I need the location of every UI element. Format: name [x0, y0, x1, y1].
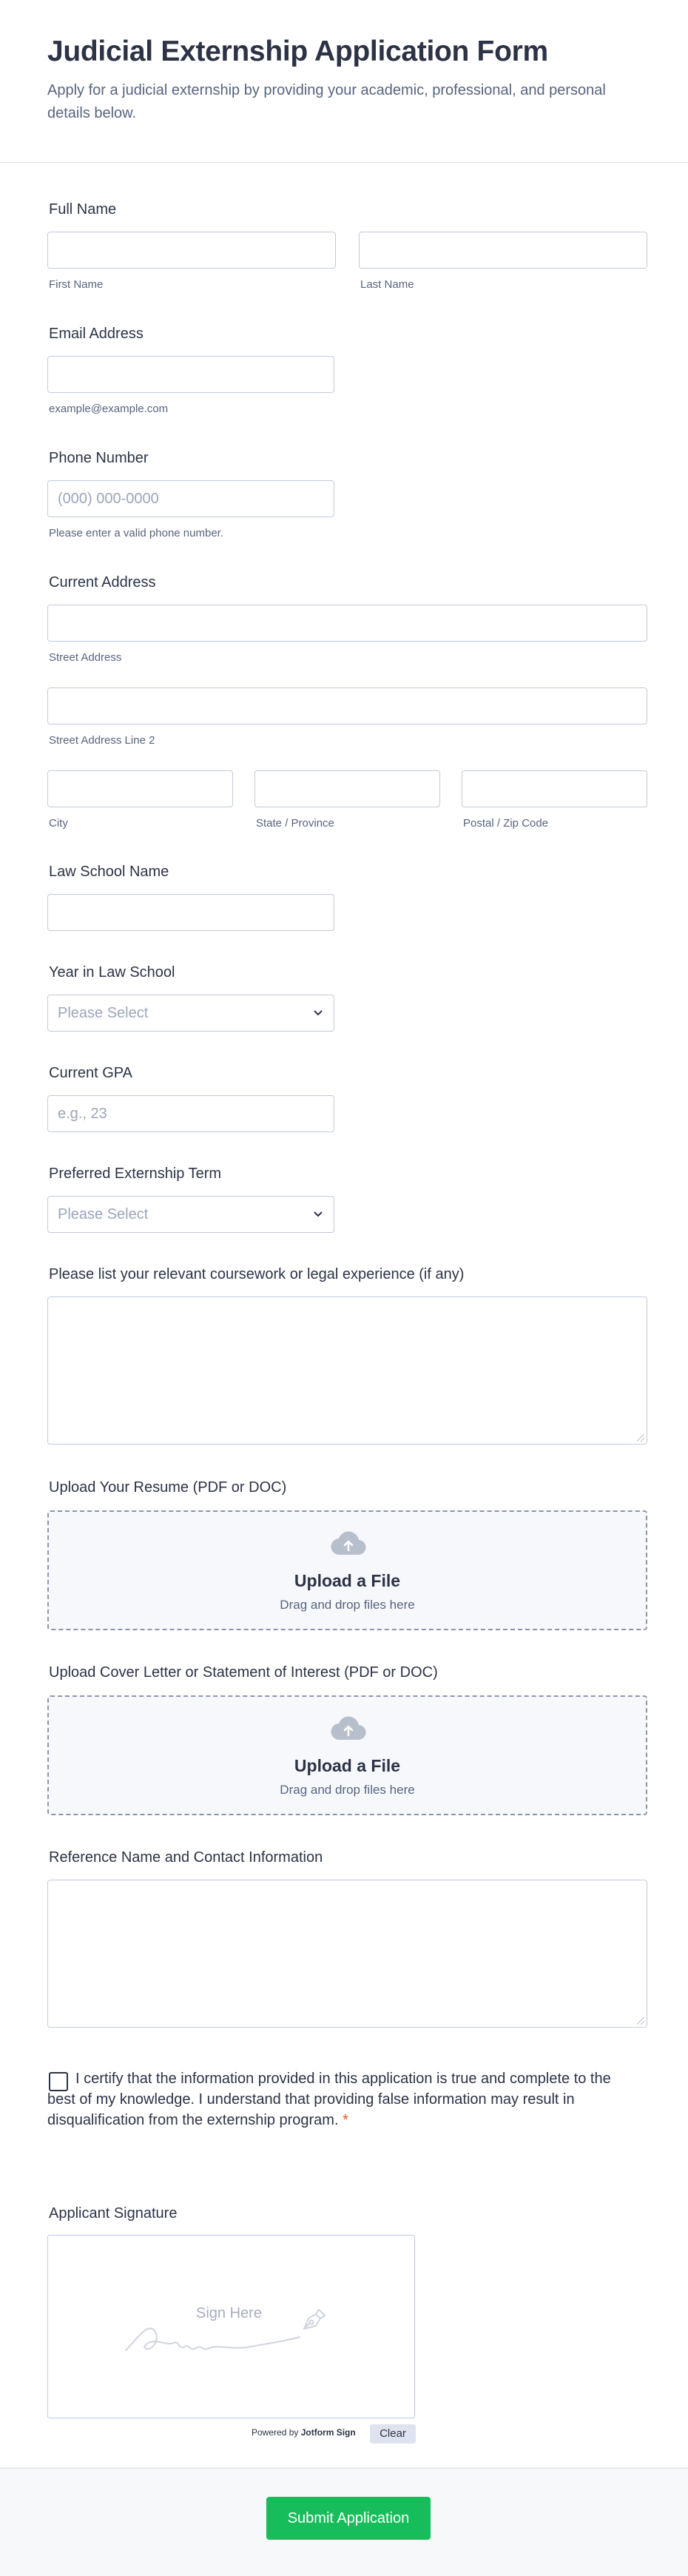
coursework-label: Please list your relevant coursework or … — [49, 1266, 465, 1282]
phone-input[interactable]: (000) 000-0000 — [47, 480, 334, 517]
resume-upload-dropzone[interactable]: Upload a File Drag and drop files here — [47, 1510, 647, 1630]
year-placeholder: Please Select — [58, 1005, 149, 1021]
certify-label: I certify that the information provided … — [47, 2071, 611, 2128]
last-name-sublabel: Last Name — [360, 278, 414, 291]
law-school-label: Law School Name — [49, 864, 169, 880]
email-label: Email Address — [49, 326, 144, 342]
email-input[interactable] — [47, 356, 334, 393]
zip-sublabel: Postal / Zip Code — [463, 817, 549, 830]
gpa-placeholder: e.g., 23 — [58, 1106, 107, 1122]
city-input[interactable] — [47, 770, 233, 807]
phone-sublabel: Please enter a valid phone number. — [49, 527, 223, 539]
resume-upload-hint: Drag and drop files here — [280, 1598, 415, 1612]
powered-prefix: Powered by — [252, 2427, 299, 2438]
cloud-upload-icon — [330, 1715, 367, 1745]
signature-pad[interactable]: Sign Here — [47, 2235, 415, 2418]
certify-text: I certify that the information provided … — [47, 2068, 617, 2131]
city-sublabel: City — [49, 817, 68, 830]
term-select[interactable]: Please Select — [47, 1196, 334, 1233]
cover-letter-upload-button[interactable]: Upload a File — [49, 1756, 646, 1776]
phone-placeholder: (000) 000-0000 — [58, 491, 159, 507]
cover-letter-upload-hint: Drag and drop files here — [280, 1783, 415, 1797]
chevron-down-icon — [313, 1004, 323, 1026]
gpa-label: Current GPA — [49, 1065, 132, 1081]
term-placeholder: Please Select — [58, 1206, 149, 1223]
law-school-input[interactable] — [47, 894, 334, 931]
year-select[interactable]: Please Select — [47, 995, 334, 1032]
signature-label: Applicant Signature — [49, 2205, 178, 2222]
street-address-input[interactable] — [47, 605, 647, 642]
jotform-sign-brand: Jotform Sign — [300, 2427, 356, 2438]
resize-handle-icon[interactable] — [637, 1434, 644, 1442]
state-sublabel: State / Province — [256, 817, 334, 830]
full-name-label: Full Name — [49, 201, 117, 218]
reference-textarea[interactable] — [47, 1880, 647, 2028]
coursework-textarea[interactable] — [47, 1297, 647, 1445]
gpa-input[interactable]: e.g., 23 — [47, 1095, 334, 1132]
street-address-2-input[interactable] — [47, 687, 647, 724]
cover-letter-label: Upload Cover Letter or Statement of Inte… — [49, 1664, 438, 1681]
powered-by-text: Powered by Jotform Sign — [252, 2427, 356, 2438]
resume-label: Upload Your Resume (PDF or DOC) — [49, 1479, 287, 1496]
resume-upload-button[interactable]: Upload a File — [49, 1571, 646, 1591]
street-address-2-sublabel: Street Address Line 2 — [49, 734, 155, 747]
first-name-sublabel: First Name — [49, 278, 104, 291]
submit-button[interactable]: Submit Application — [266, 2497, 431, 2540]
form-subtitle: Apply for a judicial externship by provi… — [47, 82, 606, 121]
first-name-input[interactable] — [47, 232, 336, 269]
pen-nib-icon — [298, 2305, 328, 2338]
year-label: Year in Law School — [49, 964, 175, 981]
state-input[interactable] — [254, 770, 440, 807]
required-asterisk: * — [343, 2112, 348, 2128]
zip-input[interactable] — [462, 770, 647, 807]
form-header: Judicial Externship Application Form App… — [0, 0, 688, 163]
reference-label: Reference Name and Contact Information — [49, 1849, 323, 1866]
term-label: Preferred Externship Term — [49, 1166, 222, 1182]
resize-handle-icon[interactable] — [637, 2017, 644, 2025]
email-sublabel: example@example.com — [49, 403, 169, 415]
street-address-sublabel: Street Address — [49, 651, 122, 664]
chevron-down-icon — [313, 1205, 323, 1228]
cover-letter-upload-dropzone[interactable]: Upload a File Drag and drop files here — [47, 1695, 647, 1815]
address-label: Current Address — [49, 574, 156, 591]
form-title: Judicial Externship Application Form — [47, 36, 548, 67]
last-name-input[interactable] — [359, 232, 647, 269]
signature-clear-button[interactable]: Clear — [370, 2424, 416, 2444]
footer-divider — [0, 2468, 688, 2469]
phone-label: Phone Number — [49, 450, 149, 466]
cloud-upload-icon — [330, 1530, 367, 1560]
